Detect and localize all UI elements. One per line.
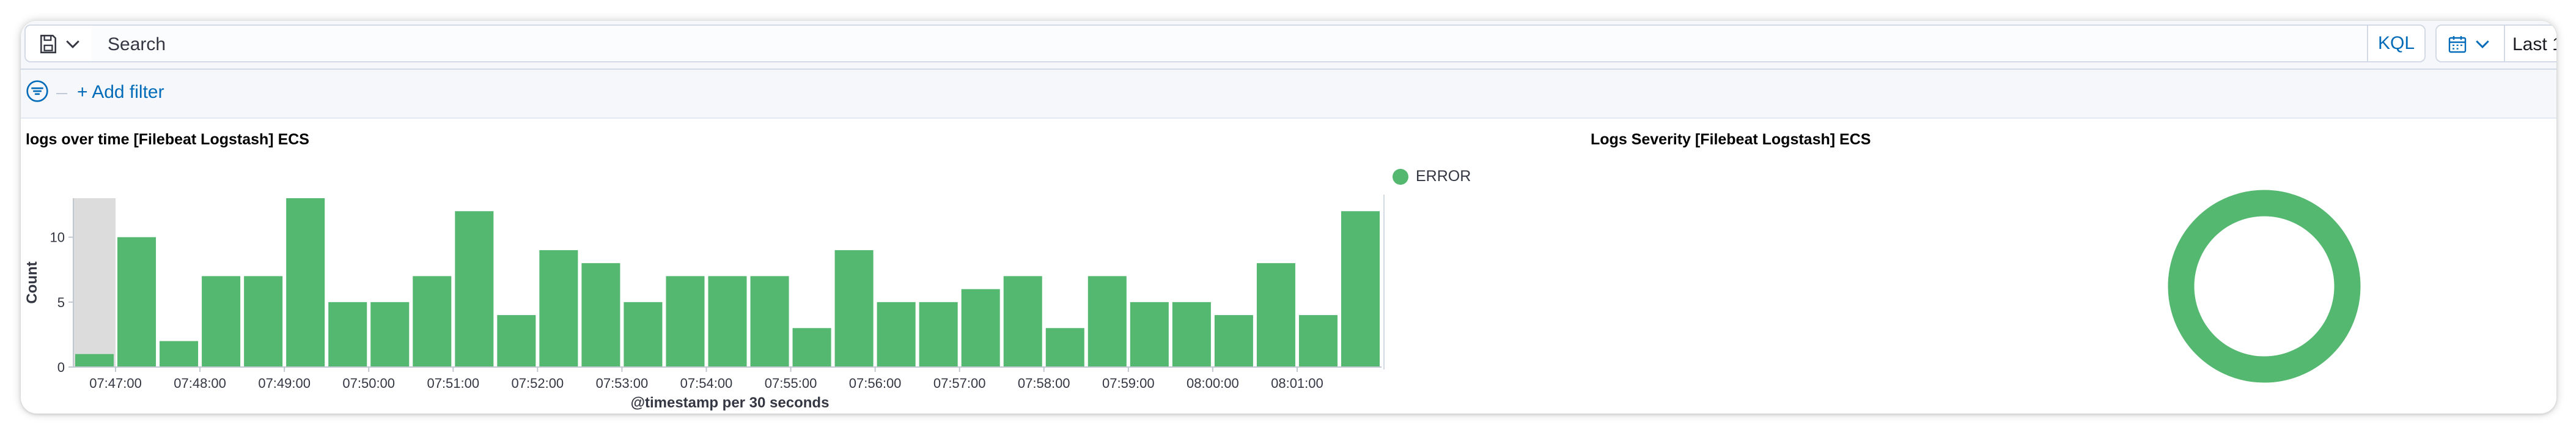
x-tick-label: 07:47:00 <box>89 376 142 391</box>
kql-label: KQL <box>2377 33 2415 53</box>
x-tick-label: 07:49:00 <box>258 376 311 391</box>
chart-bar[interactable] <box>286 198 325 367</box>
date-range-label[interactable]: Last 15 m <box>2512 34 2556 55</box>
chart-legend: ERROR <box>1393 168 1471 185</box>
save-icon <box>40 34 56 54</box>
donut-slice-error[interactable] <box>2168 190 2361 383</box>
chart-bar[interactable] <box>581 263 620 367</box>
x-tick-label: 07:57:00 <box>933 376 986 391</box>
chart-bar[interactable] <box>160 341 199 367</box>
x-tick-label: 07:50:00 <box>342 376 395 391</box>
x-tick-label: 07:51:00 <box>427 376 479 391</box>
search-field[interactable] <box>92 24 2369 62</box>
x-tick-label: 07:55:00 <box>765 376 817 391</box>
dashboard-frame: KQL Last 15 m + Add filter logs o <box>21 21 2556 414</box>
legend-swatch-error <box>1393 168 1408 185</box>
chart-bar[interactable] <box>497 315 536 367</box>
x-tick-label: 07:53:00 <box>596 376 649 391</box>
chart-bar[interactable] <box>328 302 367 367</box>
quick-select-button[interactable] <box>2437 26 2505 61</box>
chart-bar[interactable] <box>624 302 663 367</box>
filter-divider <box>56 93 67 94</box>
chart-bar[interactable] <box>877 302 916 367</box>
chart-bar[interactable] <box>1003 276 1042 367</box>
chart-bar[interactable] <box>1214 315 1253 367</box>
chevron-down-icon <box>2476 40 2489 48</box>
x-tick-label: 07:56:00 <box>849 376 902 391</box>
chart-bar[interactable] <box>1172 302 1211 367</box>
chart-bar[interactable] <box>834 250 874 367</box>
filter-bar: + Add filter <box>21 70 2556 119</box>
logs-severity-donut <box>2168 190 2361 383</box>
chart-bar[interactable] <box>1341 211 1380 367</box>
chart-bar[interactable] <box>708 276 747 367</box>
calendar-icon <box>2448 36 2467 53</box>
chevron-down-icon <box>66 40 79 48</box>
add-filter-button[interactable]: + Add filter <box>77 82 164 103</box>
x-tick-label: 07:52:00 <box>512 376 564 391</box>
logs-over-time-chart: 0 5 10 07:47:00 07:48:00 07:49:00 07:50:00 07:5… <box>24 195 1385 411</box>
x-tick-label: 08:01:00 <box>1271 376 1323 391</box>
chart-bar[interactable] <box>539 250 578 367</box>
chart-bar[interactable] <box>117 237 156 367</box>
chart-bar[interactable] <box>75 354 114 367</box>
chart-bar[interactable] <box>1130 302 1169 367</box>
legend-label-error[interactable]: ERROR <box>1416 168 1471 185</box>
search-input[interactable] <box>106 33 2322 56</box>
x-axis-title: @timestamp per 30 seconds <box>631 395 830 411</box>
y-tick-label: 5 <box>57 295 65 310</box>
y-tick-label: 10 <box>50 230 65 245</box>
donut-chart-title: Logs Severity [Filebeat Logstash] ECS <box>1591 131 1871 148</box>
chart-bar[interactable] <box>961 289 1000 367</box>
chart-bar[interactable] <box>750 276 789 367</box>
filter-icon[interactable] <box>26 80 49 103</box>
chart-bar[interactable] <box>1087 276 1127 367</box>
x-tick-label: 08:00:00 <box>1187 376 1239 391</box>
chart-bar[interactable] <box>666 276 705 367</box>
query-bar: KQL Last 15 m <box>21 21 2556 70</box>
date-picker[interactable]: Last 15 m <box>2435 24 2556 62</box>
y-axis-title: Count <box>24 261 40 303</box>
chart-bar[interactable] <box>413 276 452 367</box>
x-tick-label: 07:58:00 <box>1018 376 1070 391</box>
chart-bar[interactable] <box>455 211 494 367</box>
partial-bucket-shade <box>73 198 116 367</box>
chart-bar[interactable] <box>1298 315 1338 367</box>
y-tick-label: 0 <box>57 360 65 375</box>
x-tick-label: 07:54:00 <box>680 376 733 391</box>
chart-bar[interactable] <box>1256 263 1295 367</box>
query-language-button[interactable]: KQL <box>2367 24 2426 62</box>
saved-query-menu-button[interactable] <box>24 24 93 62</box>
chart-bar[interactable] <box>202 276 241 367</box>
bar-chart-title: logs over time [Filebeat Logstash] ECS <box>26 131 309 148</box>
chart-bar[interactable] <box>919 302 958 367</box>
x-tick-label: 07:59:00 <box>1102 376 1155 391</box>
chart-bar[interactable] <box>1045 328 1084 367</box>
chart-bar[interactable] <box>244 276 283 367</box>
x-tick-label: 07:48:00 <box>174 376 226 391</box>
chart-bar[interactable] <box>370 302 410 367</box>
chart-bar[interactable] <box>792 328 831 367</box>
